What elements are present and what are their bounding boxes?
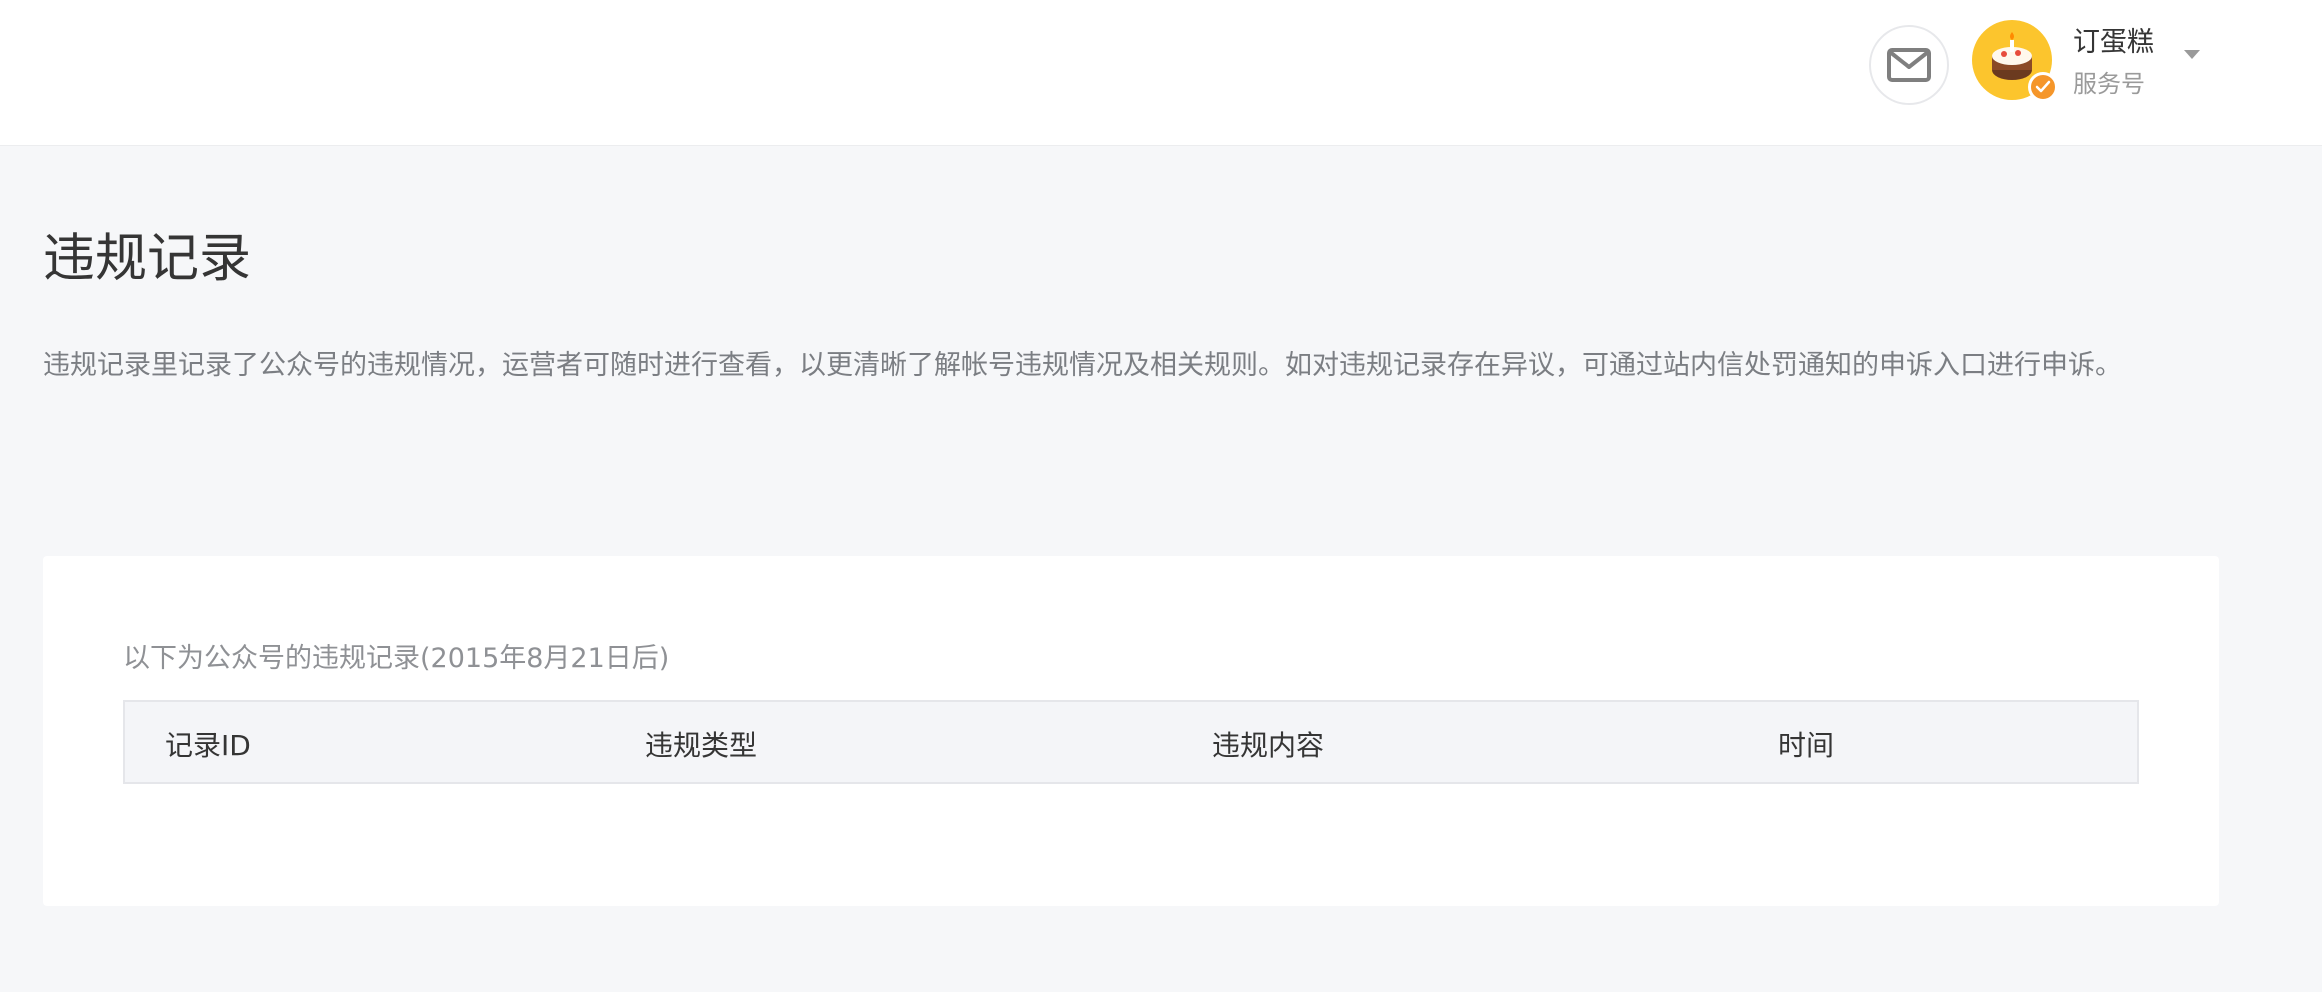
verified-check-icon [2028, 72, 2058, 102]
account-name[interactable]: 订蛋糕 [2073, 20, 2154, 59]
column-header-violation-type: 违规类型 [645, 729, 758, 762]
page-description: 违规记录里记录了公众号的违规情况，运营者可随时进行查看，以更清晰了解帐号违规情况… [43, 350, 2122, 381]
account-avatar[interactable] [1972, 20, 2058, 102]
records-card: 以下为公众号的违规记录(2015年8月21日后) 记录ID 违规类型 违规内容 … [43, 556, 2219, 906]
records-table-header: 记录ID 违规类型 违规内容 时间 [123, 700, 2139, 784]
account-type: 服务号 [2073, 70, 2145, 98]
mail-icon [1887, 48, 1931, 82]
caret-down-icon[interactable] [2184, 50, 2200, 59]
column-header-record-id: 记录ID [165, 729, 251, 762]
records-subtitle: 以下为公众号的违规记录(2015年8月21日后) [123, 643, 670, 674]
column-header-violation-content: 违规内容 [1212, 729, 1325, 762]
column-header-time: 时间 [1778, 729, 1835, 762]
top-header: 订蛋糕 服务号 [0, 0, 2322, 146]
mail-button[interactable] [1869, 25, 1949, 105]
page-title: 违规记录 [43, 229, 252, 289]
